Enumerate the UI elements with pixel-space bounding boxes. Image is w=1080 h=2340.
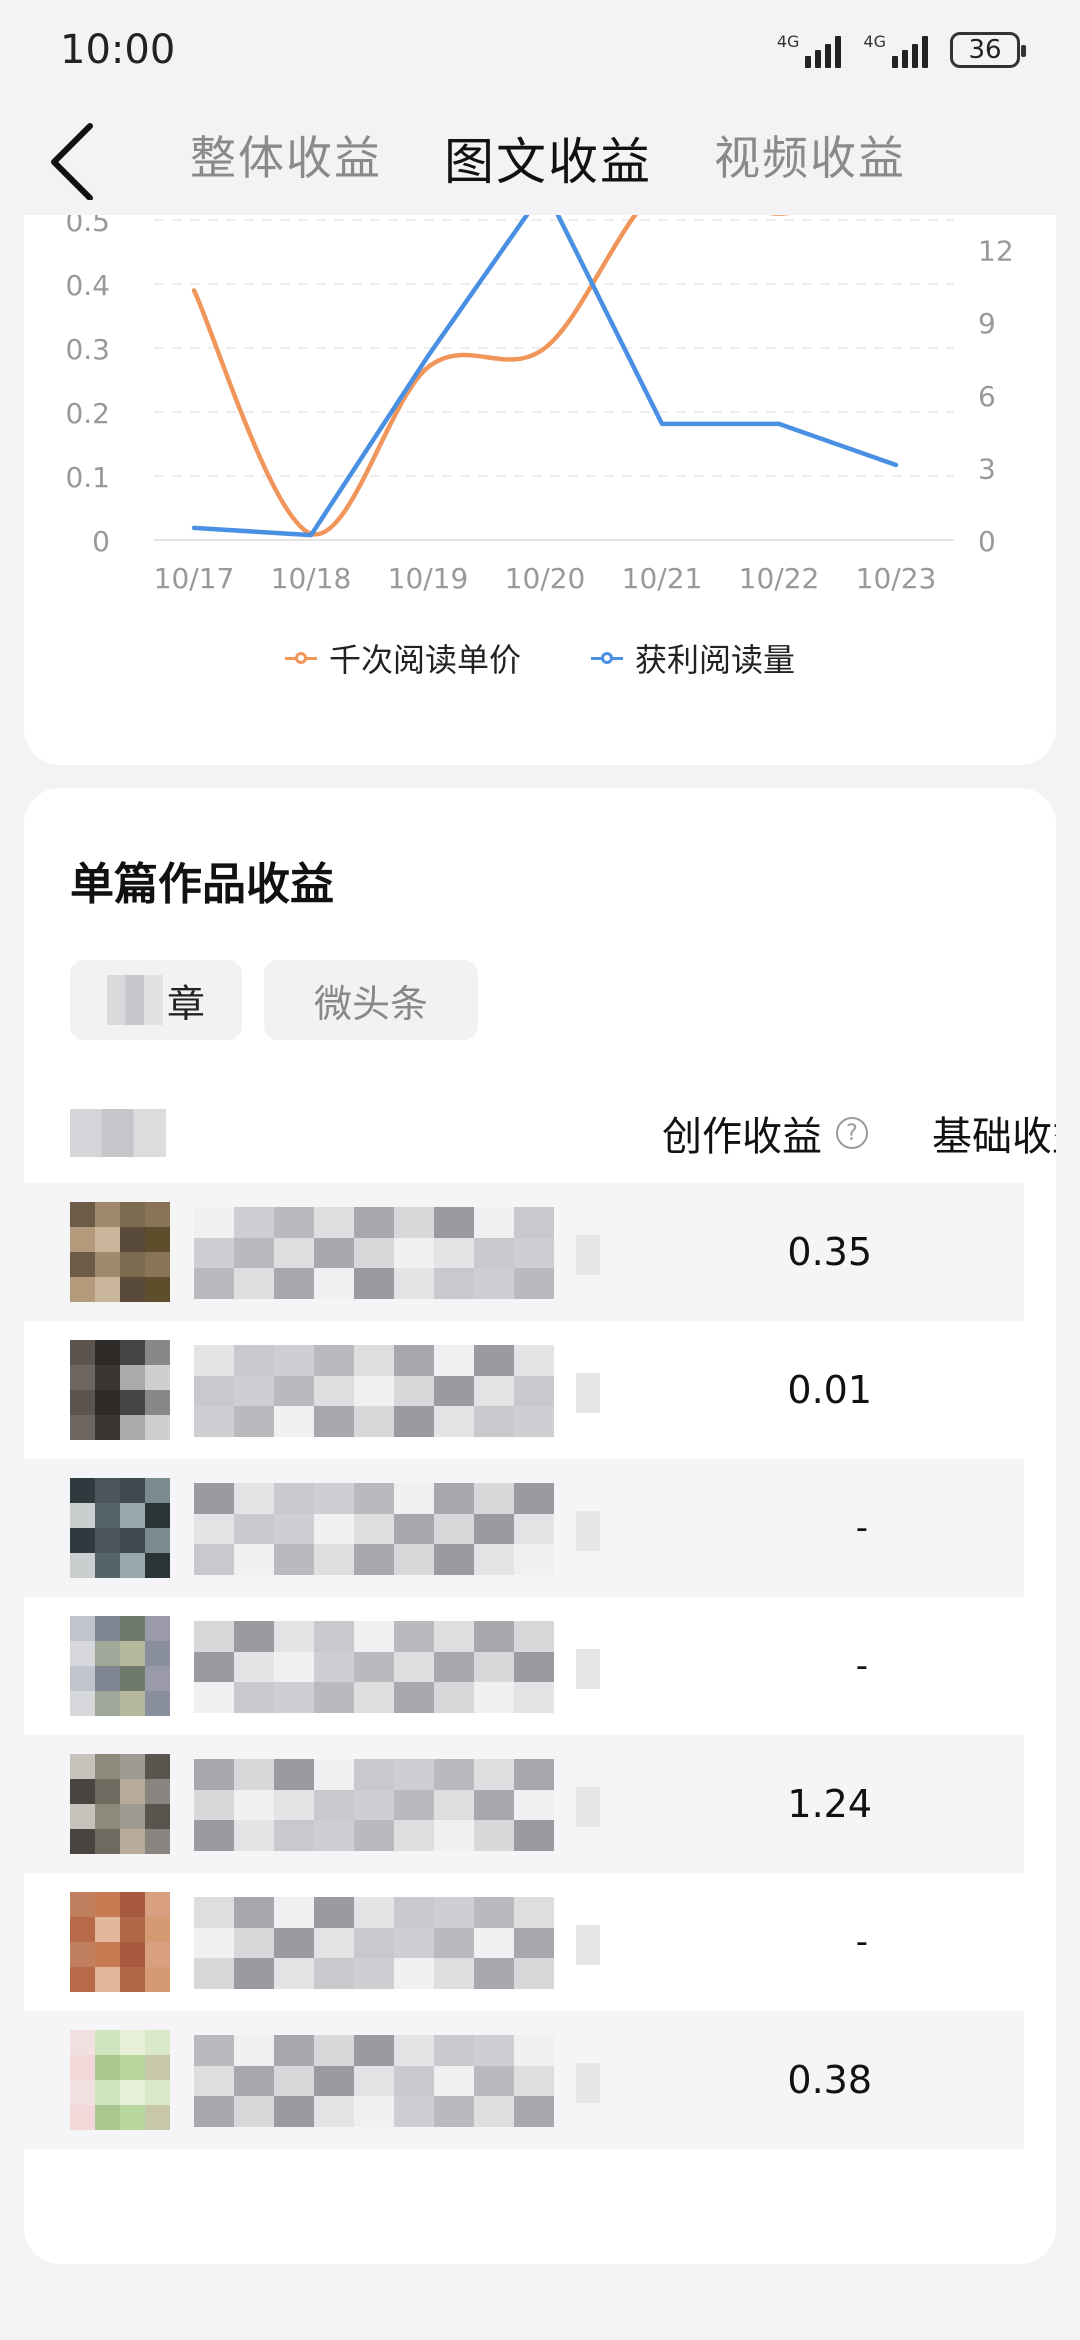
legend-label-price: 千次阅读单价 bbox=[328, 641, 521, 679]
filter-micro-headline[interactable]: 微头条 bbox=[264, 960, 478, 1040]
series-line-price bbox=[191, 215, 790, 537]
blurred-work-title bbox=[194, 1483, 554, 1575]
blurred-cell bbox=[576, 1787, 600, 1827]
y-right-tick-label: 12 bbox=[978, 235, 1014, 268]
work-thumbnail bbox=[70, 1754, 170, 1854]
works-table: 0.35 0.01 - - 1.24 - 0.38 bbox=[24, 1183, 1024, 2149]
tab-article-revenue[interactable]: 图文收益 bbox=[444, 122, 652, 194]
x-tick-label: 10/23 bbox=[856, 562, 937, 595]
y-right-tick-label: 0 bbox=[978, 525, 996, 558]
y-right-tick-label: 9 bbox=[978, 307, 996, 340]
blurred-work-title bbox=[194, 1345, 554, 1437]
legend-item-price[interactable]: 千次阅读单价 bbox=[284, 635, 521, 681]
status-indicators: 4G 4G 36 bbox=[777, 32, 1026, 68]
blurred-work-title bbox=[194, 1207, 554, 1299]
y-right-tick-label: 3 bbox=[978, 452, 996, 485]
blurred-cell bbox=[576, 1373, 600, 1413]
blurred-header bbox=[70, 1109, 166, 1157]
blurred-work-title bbox=[194, 1621, 554, 1713]
blurred-work-title bbox=[194, 1897, 554, 1989]
blurred-cell bbox=[576, 1649, 600, 1689]
filter-article[interactable]: 章 bbox=[70, 960, 242, 1040]
filter-label-article: 章 bbox=[166, 981, 205, 1026]
table-row[interactable]: 0.38 bbox=[24, 2011, 1024, 2149]
revenue-line-chart: 0 0.1 0.2 0.3 0.4 0.5 0 3 6 9 12 10/17 10/18 10/19 10/… bbox=[65, 215, 1014, 595]
work-thumbnail bbox=[70, 1616, 170, 1716]
table-row[interactable]: 0.35 bbox=[24, 1183, 1024, 1321]
back-button[interactable] bbox=[40, 120, 110, 201]
network-type-label: 4G bbox=[776, 32, 800, 51]
column-header-base[interactable]: 基础收益 bbox=[932, 1098, 1056, 1168]
tab-video-revenue[interactable]: 视频收益 bbox=[714, 122, 906, 194]
revenue-value: 0.35 bbox=[787, 1230, 872, 1274]
x-tick-label: 10/17 bbox=[154, 562, 235, 595]
work-thumbnail bbox=[70, 2030, 170, 2130]
table-row[interactable]: - bbox=[24, 1597, 1024, 1735]
tab-bar: 整体收益 图文收益 视频收益 bbox=[190, 122, 906, 194]
revenue-value: - bbox=[855, 1508, 868, 1548]
status-bar: 10:00 4G 4G 36 bbox=[0, 0, 1080, 100]
revenue-chart-card: 0 0.1 0.2 0.3 0.4 0.5 0 3 6 9 12 10/17 10/18 10/19 10/… bbox=[24, 215, 1056, 765]
legend-marker-icon bbox=[591, 651, 623, 665]
legend-marker-icon bbox=[284, 651, 317, 665]
blurred-cell bbox=[576, 2063, 600, 2103]
x-tick-label: 10/22 bbox=[739, 562, 820, 595]
x-tick-label: 10/18 bbox=[271, 562, 352, 595]
y-left-tick-label: 0.2 bbox=[65, 397, 110, 430]
revenue-value: - bbox=[855, 1646, 868, 1686]
x-tick-label: 10/19 bbox=[388, 562, 469, 595]
revenue-value: 1.24 bbox=[787, 1782, 872, 1826]
header: 整体收益 图文收益 视频收益 bbox=[0, 100, 1080, 215]
battery-icon: 36 bbox=[950, 32, 1026, 68]
y-left-tick-label: 0 bbox=[92, 525, 110, 558]
status-time: 10:00 bbox=[60, 27, 176, 73]
x-tick-label: 10/21 bbox=[622, 562, 703, 595]
cellular-signal-icon-2: 4G bbox=[863, 32, 928, 68]
single-work-revenue-card: 单篇作品收益 章 微头条 创作收益 ? 基础收益 0.35 0.01 bbox=[24, 788, 1056, 2264]
work-thumbnail bbox=[70, 1202, 170, 1302]
x-tick-label: 10/20 bbox=[505, 562, 586, 595]
work-thumbnail bbox=[70, 1340, 170, 1440]
y-left-tick-label: 0.1 bbox=[65, 461, 110, 494]
table-row[interactable]: 0.01 bbox=[24, 1321, 1024, 1459]
column-header-work bbox=[70, 1098, 166, 1168]
y-left-tick-label: 0.4 bbox=[65, 269, 110, 302]
blurred-cell bbox=[576, 1235, 600, 1275]
revenue-value: - bbox=[855, 1922, 868, 1962]
help-icon[interactable]: ? bbox=[836, 1117, 868, 1149]
revenue-value: 0.38 bbox=[787, 2058, 872, 2102]
blurred-text bbox=[106, 975, 163, 1025]
y-right-tick-label: 6 bbox=[978, 380, 996, 413]
battery-level: 36 bbox=[968, 35, 1002, 65]
section-title: 单篇作品收益 bbox=[70, 859, 334, 910]
chart-legend: 千次阅读单价 获利阅读量 bbox=[24, 635, 1056, 681]
chevron-left-icon bbox=[51, 123, 93, 201]
table-row[interactable]: - bbox=[24, 1459, 1024, 1597]
y-left-tick-label: 0.3 bbox=[65, 333, 110, 366]
network-type-label-2: 4G bbox=[863, 32, 886, 51]
work-thumbnail bbox=[70, 1478, 170, 1578]
work-thumbnail bbox=[70, 1892, 170, 1992]
blurred-work-title bbox=[194, 1759, 554, 1851]
series-line-reads bbox=[191, 215, 899, 538]
y-left-tick-label: 0.5 bbox=[65, 215, 110, 238]
filter-label-micro: 微头条 bbox=[313, 981, 428, 1026]
revenue-value: 0.01 bbox=[787, 1368, 872, 1412]
table-row[interactable]: - bbox=[24, 1873, 1024, 2011]
blurred-cell bbox=[576, 1511, 600, 1551]
cellular-signal-icon: 4G bbox=[777, 32, 842, 68]
legend-label-reads: 获利阅读量 bbox=[635, 641, 796, 679]
legend-item-reads[interactable]: 获利阅读量 bbox=[591, 635, 795, 681]
tab-overall-revenue[interactable]: 整体收益 bbox=[190, 122, 382, 194]
blurred-cell bbox=[576, 1925, 600, 1965]
base-header-label: 基础收益 bbox=[932, 1114, 1056, 1160]
blurred-work-title bbox=[194, 2035, 554, 2127]
table-row[interactable]: 1.24 bbox=[24, 1735, 1024, 1873]
column-header-revenue[interactable]: 创作收益 ? bbox=[662, 1098, 868, 1168]
revenue-header-label: 创作收益 bbox=[662, 1114, 822, 1160]
